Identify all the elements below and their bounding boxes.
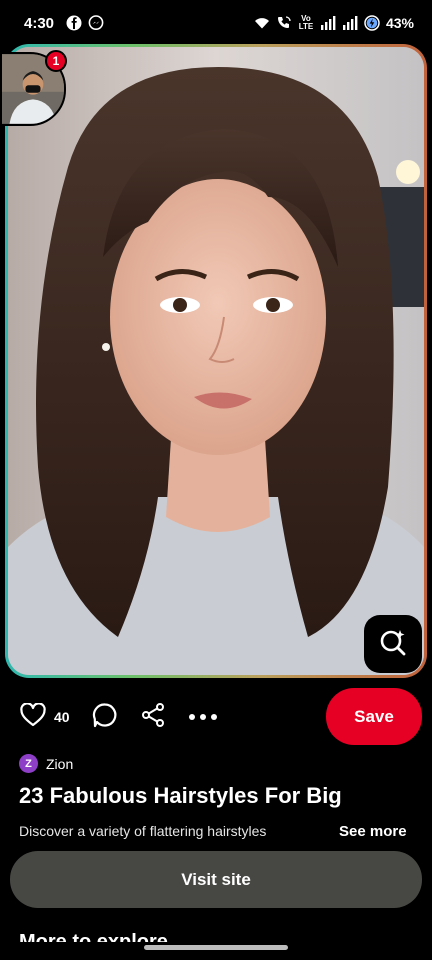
messenger-icon (88, 15, 104, 31)
status-right-group: Vo LTE 43% (254, 15, 414, 31)
share-icon (140, 702, 166, 733)
see-more-link[interactable]: See more (339, 823, 407, 840)
battery-percent: 43% (385, 15, 414, 31)
heart-icon (20, 701, 46, 732)
visual-search-button[interactable] (364, 615, 422, 673)
wifi-call-icon (276, 15, 292, 31)
more-to-explore-heading: More to explore (19, 931, 168, 942)
creator-link[interactable]: Z Zion (19, 754, 73, 773)
save-button[interactable]: Save (326, 688, 422, 745)
facebook-icon (66, 15, 82, 31)
more-dots-icon (188, 708, 218, 726)
battery-saver-icon (364, 15, 380, 31)
like-count: 40 (54, 709, 70, 725)
status-time: 4:30 (24, 14, 55, 32)
status-bar: 4:30 Vo LTE 43% (0, 0, 432, 46)
status-left-icons (66, 15, 104, 31)
visit-site-button[interactable]: Visit site (10, 851, 422, 908)
volte-icon: Vo LTE (298, 14, 314, 31)
wifi-icon (254, 15, 270, 31)
pin-description: Discover a variety of flattering hairsty… (19, 823, 267, 839)
home-indicator[interactable] (144, 945, 288, 950)
like-button[interactable]: 40 (20, 701, 70, 732)
lens-search-icon (378, 627, 408, 662)
signal-icon (342, 15, 358, 31)
comment-button[interactable] (92, 702, 118, 733)
share-button[interactable] (140, 702, 166, 733)
action-bar: 40 Save (0, 688, 432, 746)
pin-title: 23 Fabulous Hairstyles For Big (19, 783, 342, 808)
creator-name: Zion (46, 755, 74, 772)
notification-badge: 1 (45, 50, 67, 72)
more-options-button[interactable] (188, 708, 218, 726)
description-row: Discover a variety of flattering hairsty… (19, 820, 419, 842)
comment-icon (92, 702, 118, 733)
pin-image[interactable] (8, 47, 424, 675)
creator-avatar: Z (19, 754, 38, 773)
signal-icon (320, 15, 336, 31)
pin-image-card[interactable] (5, 44, 427, 678)
